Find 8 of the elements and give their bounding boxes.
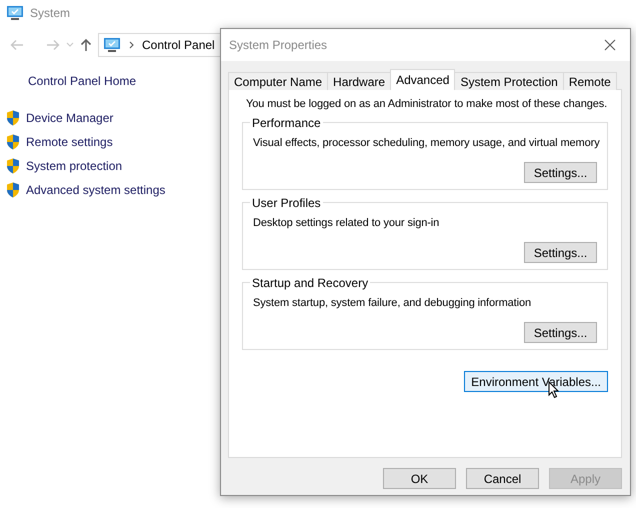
group-title: Performance [250,116,323,130]
group-title: User Profiles [250,196,323,210]
group-title: Startup and Recovery [250,276,370,290]
group-description: Visual effects, processor scheduling, memory usage, and virtual memory [253,137,600,149]
window-title: System [30,6,70,20]
admin-notice: You must be logged on as an Administrator to make most of these changes. [246,98,608,110]
group-description: System startup, system failure, and debugging information [253,297,532,309]
group-description: Desktop settings related to your sign-in [253,217,440,229]
